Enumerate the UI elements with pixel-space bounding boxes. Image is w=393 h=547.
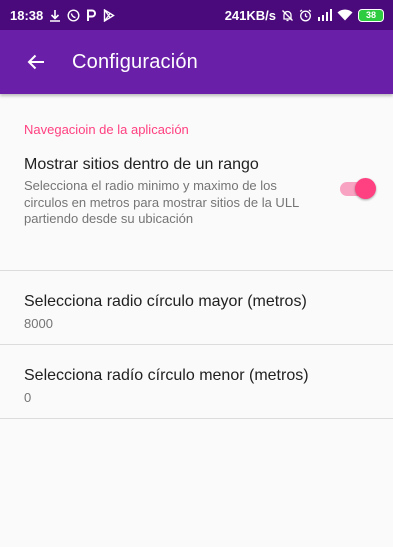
wifi-icon [337,9,353,21]
min-radius-value: 0 [24,390,32,405]
back-arrow-icon[interactable] [8,34,64,90]
settings-list: Navegacioin de la aplicación Mostrar sit… [0,94,393,419]
play-store-icon [103,8,116,22]
battery-level: 38 [365,10,376,20]
status-bar: 18:38 241KB/s 38 [0,0,393,30]
min-radius-preference[interactable]: Selecciona radío círculo menor (metros) … [0,345,393,419]
min-radius-title: Selecciona radío círculo menor (metros) [24,367,309,384]
max-radius-value: 8000 [24,316,53,331]
network-speed: 241KB/s [224,7,276,23]
max-radius-title: Selecciona radio círculo mayor (metros) [24,293,307,310]
range-preference-summary: Selecciona el radio minimo y maximo de l… [24,178,299,226]
battery-icon: 38 [358,8,384,22]
download-icon [49,9,61,22]
silent-icon [281,9,294,22]
range-toggle-switch[interactable] [338,178,376,199]
switch-thumb [355,178,376,199]
whatsapp-icon [67,8,80,22]
status-left: 18:38 [10,7,116,23]
range-preference[interactable]: Mostrar sitios dentro de un rango Selecc… [0,138,393,271]
alarm-icon [299,9,312,22]
status-right: 241KB/s 38 [225,8,384,23]
p-app-icon [86,9,97,22]
max-radius-preference[interactable]: Selecciona radio círculo mayor (metros) … [0,271,393,345]
status-time: 18:38 [10,7,44,23]
app-bar: Configuración [0,30,393,94]
category-header: Navegacioin de la aplicación [24,122,189,137]
page-title: Configuración [72,50,199,73]
range-preference-title: Mostrar sitios dentro de un rango [24,156,259,173]
signal-icon [317,9,332,21]
